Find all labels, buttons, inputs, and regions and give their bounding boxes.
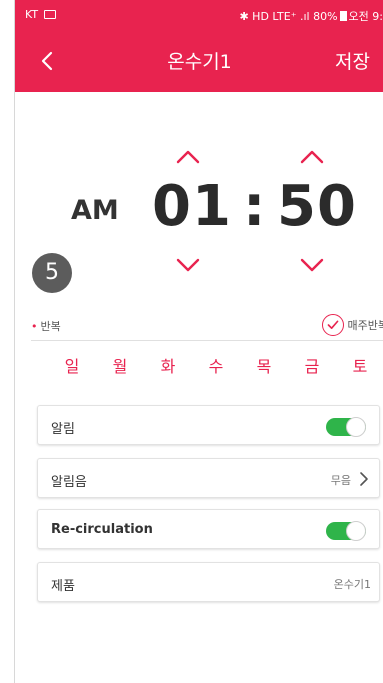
- alarm-toggle[interactable]: [326, 417, 366, 437]
- repeat-label-text: 반복: [40, 320, 61, 333]
- day-friday[interactable]: 금: [300, 353, 324, 377]
- minute-up-chevron-icon[interactable]: [297, 147, 327, 167]
- hour-down-chevron-icon[interactable]: [173, 255, 203, 275]
- alarm-sound-value: 무음: [330, 474, 351, 487]
- product-label: 제품: [51, 579, 75, 594]
- alarm-sound-row[interactable]: 알림음 무음: [37, 458, 380, 498]
- battery-icon: [339, 11, 347, 21]
- ampm-selector[interactable]: AM: [71, 195, 119, 226]
- minute-down-chevron-icon[interactable]: [297, 255, 327, 275]
- time-picker: AM 01 : 50: [15, 92, 383, 292]
- recirculation-label: Re-circulation: [51, 522, 153, 537]
- chevron-right-icon: [360, 472, 368, 486]
- day-monday[interactable]: 월: [108, 353, 132, 377]
- hour-value[interactable]: 01: [152, 174, 232, 239]
- status-indicators: ✱ HD LTE⁺ .ıl 80%: [239, 10, 338, 23]
- day-tuesday[interactable]: 화: [156, 353, 180, 377]
- recirculation-toggle[interactable]: [326, 521, 366, 541]
- alarm-label: 알림: [51, 422, 75, 437]
- save-button[interactable]: 저장: [335, 47, 370, 74]
- repeat-label: • 반복: [31, 318, 61, 334]
- day-thursday[interactable]: 목: [252, 353, 276, 377]
- day-wednesday[interactable]: 수: [204, 353, 228, 377]
- weekly-repeat-label: 매주반복: [347, 319, 383, 332]
- time-separator: :: [243, 174, 266, 239]
- alarm-sound-label: 알림음: [51, 475, 87, 490]
- product-row[interactable]: 제품 온수기1: [37, 562, 380, 602]
- hour-up-chevron-icon[interactable]: [173, 147, 203, 167]
- status-left: KT: [25, 8, 57, 21]
- weekday-selector: 일 월 화 수 목 금 토: [33, 353, 383, 381]
- repeat-dot: •: [31, 320, 38, 333]
- alarm-toggle-knob: [346, 417, 366, 437]
- image-notification-icon: [44, 10, 57, 19]
- repeat-divider: [31, 340, 383, 341]
- repeat-row: •반복 매주반복: [31, 314, 383, 338]
- step-number-badge: 5: [32, 253, 72, 293]
- phone-screen: KT ✱ HD LTE⁺ .ıl 80% 오전 9:4 온수기1 저장 AM 01…: [14, 0, 383, 683]
- status-bar: KT ✱ HD LTE⁺ .ıl 80% 오전 9:4: [15, 0, 383, 30]
- day-sunday[interactable]: 일: [60, 353, 84, 377]
- weekly-repeat-toggle[interactable]: 매주반복: [321, 314, 383, 336]
- alarm-row: 알림: [37, 405, 380, 445]
- carrier-name: KT: [25, 8, 39, 21]
- check-circle-icon: [321, 314, 344, 336]
- recirculation-toggle-knob: [346, 521, 366, 541]
- app-bar: 온수기1 저장: [15, 30, 383, 92]
- page-title: 온수기1: [167, 51, 232, 73]
- status-time: 오전 9:4: [348, 10, 383, 23]
- status-right: ✱ HD LTE⁺ .ıl 80% 오전 9:4: [239, 8, 383, 24]
- recirculation-row: Re-circulation: [37, 509, 380, 549]
- minute-value[interactable]: 50: [277, 174, 357, 239]
- day-saturday[interactable]: 토: [348, 353, 372, 377]
- product-value: 온수기1: [333, 578, 371, 591]
